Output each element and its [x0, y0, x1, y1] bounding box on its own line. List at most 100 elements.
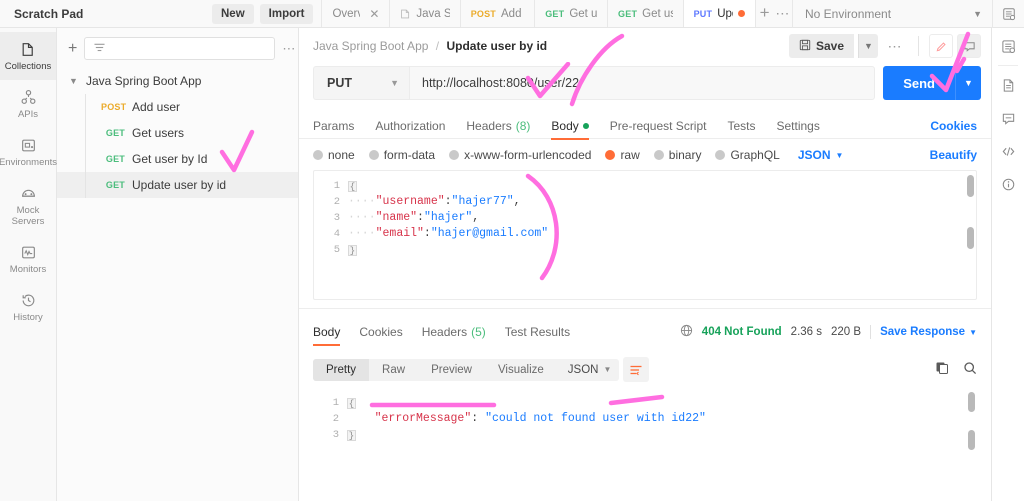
close-icon[interactable]: ✕ — [369, 7, 379, 21]
radio-icon — [653, 150, 664, 160]
chevron-down-icon[interactable]: ▼ — [69, 76, 79, 86]
save-response-button[interactable]: Save Response ▼ — [880, 326, 977, 338]
tab-get-user-by-id[interactable]: GET Get user b — [608, 0, 684, 27]
tab-get-users[interactable]: GET Get users — [535, 0, 609, 27]
tab-strip: Overview ✕ Java Sprin POST Add user GET … — [321, 0, 792, 27]
line-number: 1 — [332, 397, 339, 409]
documentation-icon[interactable] — [993, 70, 1023, 101]
tab-options-button[interactable]: ⋯ — [774, 0, 792, 26]
tab-method: GET — [545, 8, 565, 19]
body-type-urlencoded[interactable]: x-www-form-urlencoded — [449, 148, 591, 162]
tab-authorization[interactable]: Authorization — [375, 113, 445, 139]
view-mode-visualize[interactable]: Visualize — [485, 359, 557, 381]
workspace-title: Scratch Pad — [14, 6, 84, 21]
environment-quick-look-icon[interactable] — [993, 31, 1023, 62]
response-header: Body Cookies Headers (5) Test Results 40… — [299, 308, 991, 353]
copy-icon[interactable] — [935, 361, 949, 378]
radio-label: x-www-form-urlencoded — [464, 148, 592, 162]
send-button[interactable]: Send — [883, 66, 955, 100]
add-new-button[interactable]: + — [68, 40, 77, 56]
response-view-modes: Pretty Raw Preview Visualize JSON ▼ — [313, 358, 620, 381]
fold-icon[interactable]: } — [348, 245, 357, 256]
body-type-binary[interactable]: binary — [653, 148, 701, 162]
comment-icon[interactable] — [993, 103, 1023, 134]
sidebar-request-get-user-by-id[interactable]: GET Get user by Id — [57, 146, 298, 172]
sidebar-request-add-user[interactable]: POST Add user — [57, 94, 298, 120]
line-number: 1 — [333, 180, 340, 192]
fold-icon[interactable]: { — [347, 398, 356, 409]
tab-label: Headers — [466, 119, 512, 133]
environment-selector[interactable]: No Environment ▼ — [792, 0, 992, 28]
view-mode-preview[interactable]: Preview — [418, 359, 485, 381]
response-editor-scrollbar[interactable] — [968, 392, 975, 476]
tab-tests[interactable]: Tests — [727, 113, 755, 139]
rail-item-collections[interactable]: Collections — [0, 32, 56, 80]
method-selector[interactable]: PUT ▼ — [313, 66, 409, 100]
rail-item-monitors[interactable]: Monitors — [0, 235, 56, 283]
history-icon — [20, 292, 37, 309]
rail-label: Collections — [4, 61, 52, 72]
response-body-editor[interactable]: 1 2 3 { "errorMessage": "could not found… — [313, 388, 977, 480]
code-icon[interactable] — [993, 136, 1023, 167]
sidebar-options-button[interactable]: ⋯ — [282, 41, 298, 57]
tab-settings[interactable]: Settings — [777, 113, 820, 139]
collection-row[interactable]: ▼ Java Spring Boot App — [57, 68, 298, 94]
search-icon[interactable] — [963, 361, 977, 378]
breadcrumb-collection[interactable]: Java Spring Boot App — [313, 39, 428, 53]
tab-java-spring[interactable]: Java Sprin — [390, 0, 461, 27]
sidebar-filter-input[interactable] — [112, 42, 267, 55]
request-editor-scrollbar[interactable] — [967, 175, 974, 295]
request-method: GET — [105, 180, 125, 190]
save-dropdown-button[interactable]: ▼ — [858, 34, 878, 58]
response-tab-body[interactable]: Body — [313, 319, 341, 346]
tab-overview[interactable]: Overview ✕ — [321, 0, 391, 27]
url-input[interactable]: http://localhost:8080/user/22 — [409, 66, 876, 100]
new-button[interactable]: New — [212, 3, 254, 24]
body-type-raw[interactable]: raw — [605, 148, 640, 162]
tab-add-user[interactable]: POST Add user — [460, 0, 536, 27]
rail-item-history[interactable]: History — [0, 283, 56, 331]
wrap-lines-button[interactable] — [623, 357, 650, 382]
new-tab-button[interactable]: + — [756, 0, 774, 26]
save-button[interactable]: Save — [788, 34, 854, 58]
response-tab-headers[interactable]: Headers (5) — [422, 319, 486, 345]
apis-icon — [20, 89, 37, 106]
environment-quick-look-button[interactable] — [992, 0, 1024, 28]
sidebar-filter[interactable] — [84, 37, 276, 60]
body-type-form-data[interactable]: form-data — [368, 148, 435, 162]
tab-label: Get users — [569, 7, 598, 20]
request-method: GET — [105, 154, 125, 164]
sidebar-request-update-user-by-id[interactable]: GET Update user by id — [57, 172, 298, 198]
response-tab-cookies[interactable]: Cookies — [359, 319, 402, 345]
edit-button[interactable] — [929, 34, 953, 58]
view-mode-raw[interactable]: Raw — [369, 359, 418, 381]
response-tab-test-results[interactable]: Test Results — [505, 319, 570, 345]
send-dropdown-button[interactable]: ▼ — [955, 66, 981, 100]
beautify-button[interactable]: Beautify — [930, 148, 977, 162]
sidebar-request-get-users[interactable]: GET Get users — [57, 120, 298, 146]
view-mode-pretty[interactable]: Pretty — [313, 358, 370, 381]
tab-update-user[interactable]: PUT Update — [683, 0, 756, 27]
cookies-link[interactable]: Cookies — [930, 119, 977, 133]
request-body-code[interactable]: {····"username":"hajer77", ····"name":"ha… — [348, 171, 976, 299]
request-options-button[interactable]: ⋯ — [882, 33, 908, 59]
fold-icon[interactable]: } — [347, 430, 356, 441]
rail-item-environments[interactable]: Environments — [0, 128, 57, 176]
rail-item-mock-servers[interactable]: Mock Servers — [0, 176, 56, 235]
tab-headers[interactable]: Headers (8) — [466, 113, 530, 139]
response-body-code[interactable]: { "errorMessage": "could not found user … — [347, 388, 977, 480]
tab-params[interactable]: Params — [313, 113, 354, 139]
body-type-none[interactable]: none — [313, 148, 355, 162]
body-type-graphql[interactable]: GraphQL — [715, 148, 780, 162]
tab-method: PUT — [693, 8, 713, 19]
request-body-editor[interactable]: 1 2 3 4 5 {····"username":"hajer77", ····… — [313, 170, 977, 300]
tab-body[interactable]: Body — [551, 113, 590, 140]
import-button[interactable]: Import — [259, 3, 314, 24]
rail-item-apis[interactable]: APIs — [0, 80, 56, 128]
info-icon[interactable] — [993, 169, 1023, 200]
fold-icon[interactable]: { — [348, 181, 357, 192]
raw-format-selector[interactable]: JSON ▼ — [798, 148, 844, 162]
comment-button[interactable] — [957, 34, 981, 58]
tab-pre-request-script[interactable]: Pre-request Script — [610, 113, 707, 139]
response-format-selector[interactable]: JSON ▼ — [557, 359, 620, 381]
